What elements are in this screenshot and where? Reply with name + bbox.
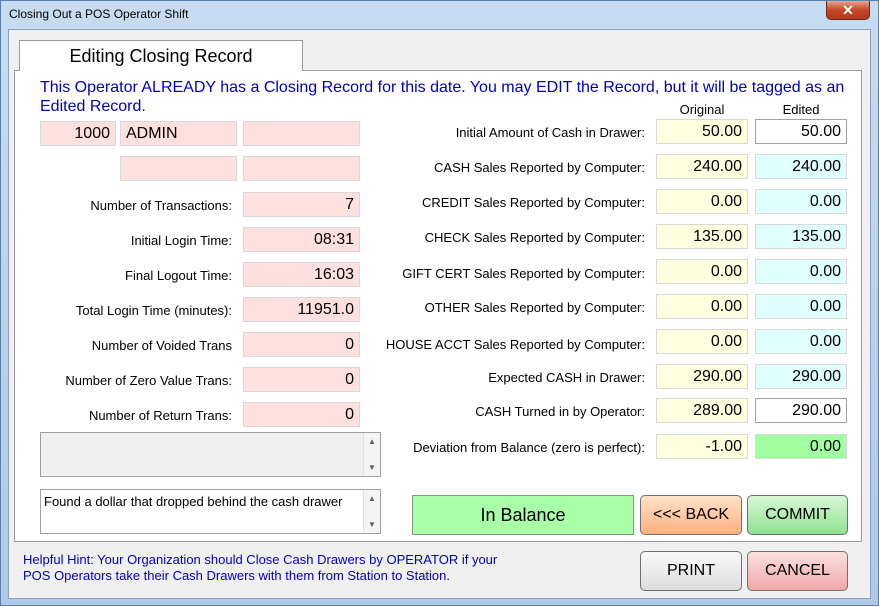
close-window-button[interactable]: ✕ bbox=[826, 1, 870, 20]
scroll-down-icon[interactable]: ▼ bbox=[364, 520, 380, 529]
transactions-label: Number of Transactions: bbox=[90, 198, 232, 213]
cash-sales-edited: 240.00 bbox=[755, 154, 847, 179]
note-scrollbar[interactable]: ▲ ▼ bbox=[363, 490, 380, 533]
expected-cash-label: Expected CASH in Drawer: bbox=[488, 370, 645, 385]
deviation-label: Deviation from Balance (zero is perfect)… bbox=[413, 440, 645, 455]
check-sales-edited: 135.00 bbox=[755, 224, 847, 249]
initial-cash-original: 50.00 bbox=[656, 119, 748, 144]
column-header-edited: Edited bbox=[782, 102, 820, 117]
note-textarea[interactable]: Found a dollar that dropped behind the c… bbox=[40, 489, 381, 534]
other-sales-label: OTHER Sales Reported by Computer: bbox=[424, 300, 645, 315]
gift-cert-sales-edited: 0.00 bbox=[755, 259, 847, 284]
final-logout-label: Final Logout Time: bbox=[125, 268, 232, 283]
print-button[interactable]: PRINT bbox=[640, 551, 742, 591]
cash-turned-in-original: 289.00 bbox=[656, 398, 748, 423]
voided-trans-label: Number of Voided Trans bbox=[91, 338, 232, 353]
credit-sales-edited: 0.00 bbox=[755, 189, 847, 214]
scroll-down-icon[interactable]: ▼ bbox=[364, 463, 380, 472]
title-bar[interactable]: Closing Out a POS Operator Shift ✕ bbox=[1, 1, 878, 29]
deviation-edited: 0.00 bbox=[755, 434, 847, 459]
check-sales-label: CHECK Sales Reported by Computer: bbox=[424, 230, 645, 245]
operator-name-field: ADMIN bbox=[120, 121, 237, 146]
credit-sales-label: CREDIT Sales Reported by Computer: bbox=[421, 195, 645, 210]
house-acct-sales-label: HOUSE ACCT Sales Reported by Computer: bbox=[385, 337, 645, 352]
initial-cash-edited[interactable]: 50.00 bbox=[755, 119, 847, 144]
cancel-button[interactable]: CANCEL bbox=[747, 551, 848, 591]
initial-login-label: Initial Login Time: bbox=[130, 233, 232, 248]
check-sales-original: 135.00 bbox=[656, 224, 748, 249]
column-header-original: Original bbox=[679, 102, 725, 117]
scroll-up-icon[interactable]: ▲ bbox=[364, 494, 380, 503]
initial-cash-label: Initial Amount of Cash in Drawer: bbox=[455, 125, 645, 140]
operator-extra-field-2 bbox=[120, 156, 237, 181]
tab-editing-closing-record[interactable]: Editing Closing Record bbox=[19, 40, 303, 71]
cash-sales-original: 240.00 bbox=[656, 154, 748, 179]
cash-turned-in-edited[interactable]: 290.00 bbox=[755, 398, 847, 423]
balance-status: In Balance bbox=[412, 495, 634, 535]
cash-sales-label: CASH Sales Reported by Computer: bbox=[434, 160, 645, 175]
gift-cert-sales-label: GIFT CERT Sales Reported by Computer: bbox=[402, 266, 645, 281]
other-sales-edited: 0.00 bbox=[755, 294, 847, 319]
total-login-time-label: Total Login Time (minutes): bbox=[75, 303, 232, 318]
close-icon: ✕ bbox=[842, 2, 854, 18]
helpful-hint: Helpful Hint: Your Organization should C… bbox=[23, 552, 498, 583]
back-button[interactable]: <<< BACK bbox=[640, 495, 742, 535]
cash-turned-in-label: CASH Turned in by Operator: bbox=[475, 404, 645, 419]
operator-id-field: 1000 bbox=[40, 121, 116, 146]
credit-sales-original: 0.00 bbox=[656, 189, 748, 214]
house-acct-sales-edited: 0.00 bbox=[755, 329, 847, 354]
note-text: Found a dollar that dropped behind the c… bbox=[44, 494, 343, 509]
expected-cash-original: 290.00 bbox=[656, 364, 748, 389]
gift-cert-sales-original: 0.00 bbox=[656, 259, 748, 284]
return-trans-label: Number of Return Trans: bbox=[88, 408, 232, 423]
expected-cash-edited: 290.00 bbox=[755, 364, 847, 389]
commit-button[interactable]: COMMIT bbox=[747, 495, 848, 535]
deviation-original: -1.00 bbox=[656, 434, 748, 459]
zero-value-trans-label: Number of Zero Value Trans: bbox=[65, 373, 232, 388]
other-sales-original: 0.00 bbox=[656, 294, 748, 319]
house-acct-sales-original: 0.00 bbox=[656, 329, 748, 354]
window-title: Closing Out a POS Operator Shift bbox=[9, 7, 189, 21]
